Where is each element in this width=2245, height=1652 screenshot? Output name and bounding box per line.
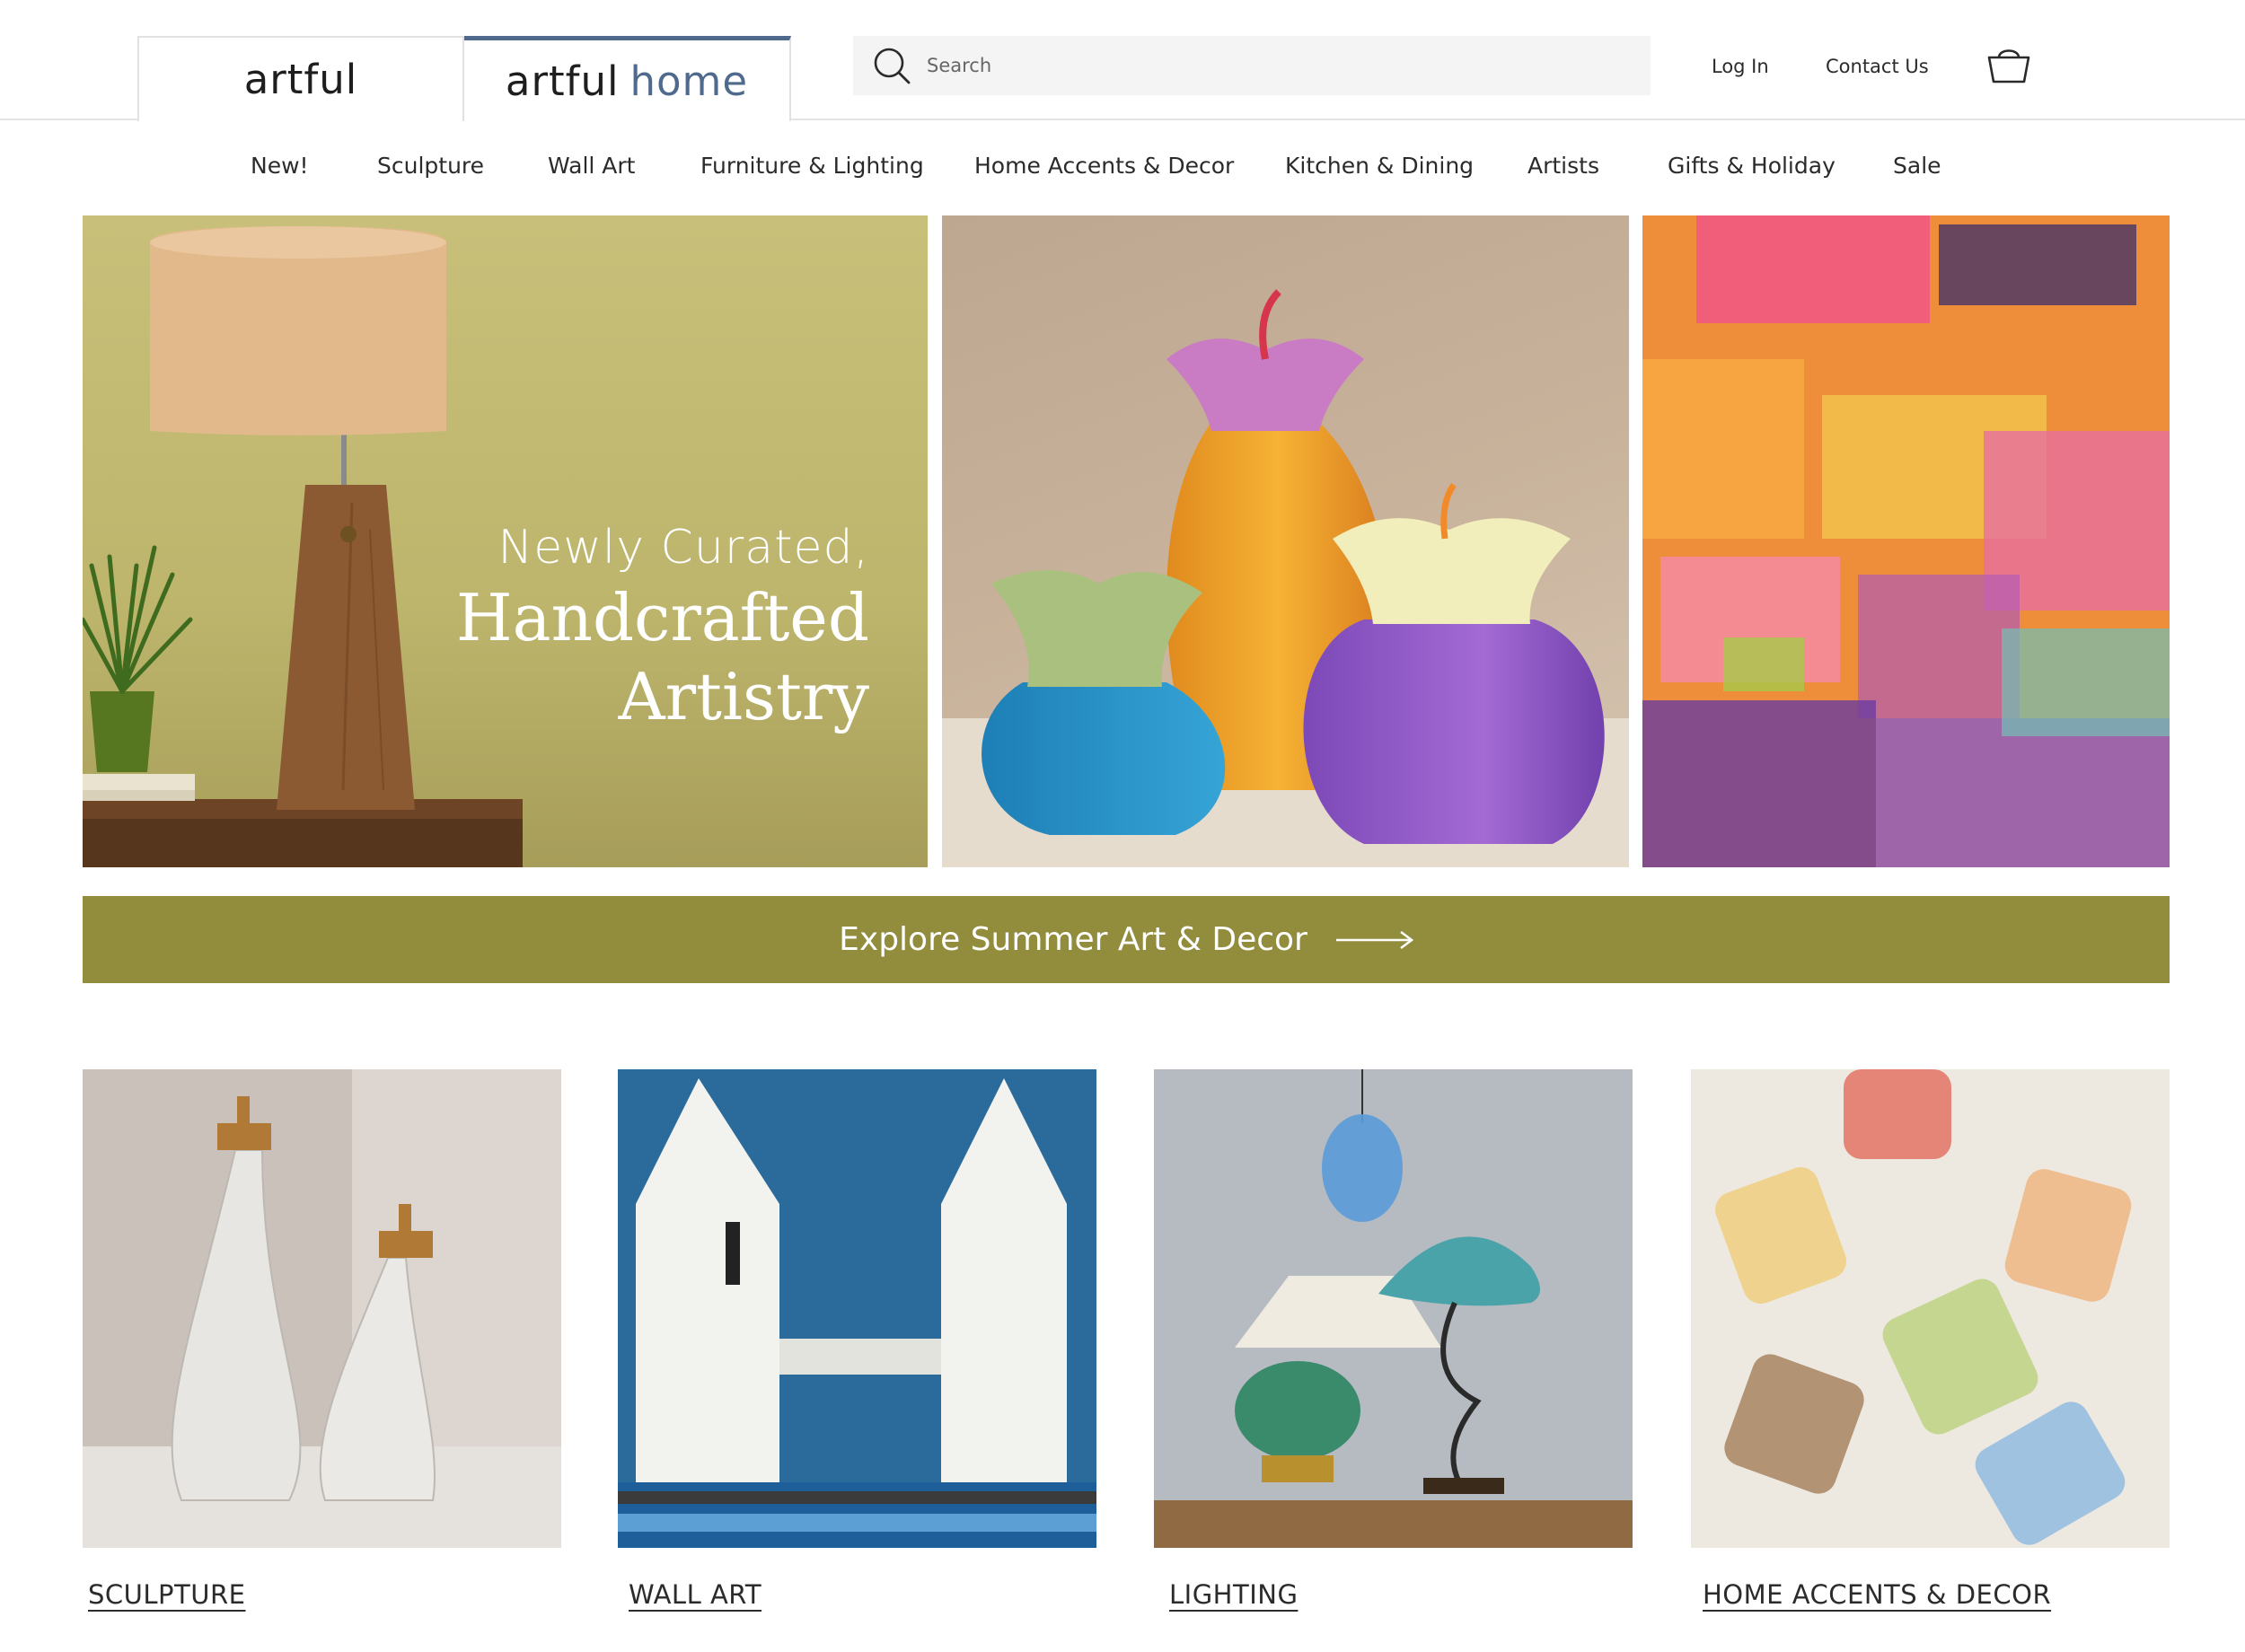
main-nav: New! Sculpture Wall Art Furniture & Ligh… <box>0 144 2245 189</box>
sculpture-image[interactable] <box>83 1069 561 1548</box>
artful-tab-label: artful <box>243 56 358 103</box>
explore-summer-banner[interactable]: Explore Summer Art & Decor <box>83 896 2170 983</box>
artful-home-tab-accent: home <box>629 57 749 105</box>
arrow-right-icon <box>1335 930 1413 949</box>
nav-item-new[interactable]: New! <box>251 153 309 179</box>
category-card-sculpture[interactable]: SCULPTURE <box>83 1069 561 1610</box>
category-card-lighting[interactable]: LIGHTING <box>1154 1069 1633 1610</box>
hero-abstract-painting-image[interactable] <box>1642 215 2170 867</box>
category-card-wall-art[interactable]: WALL ART <box>618 1069 1096 1610</box>
hero-lamp-image[interactable]: Newly Curated, Handcrafted Artistry <box>83 215 928 867</box>
nav-item-artists[interactable]: Artists <box>1527 153 1599 179</box>
cart-icon[interactable] <box>1986 45 2031 84</box>
nav-item-sale[interactable]: Sale <box>1893 153 1941 179</box>
hero-title-line1: Handcrafted <box>455 580 869 655</box>
category-card-home-accents-decor[interactable]: HOME ACCENTS & DECOR <box>1691 1069 2170 1610</box>
banner-label: Explore Summer Art & Decor <box>839 921 1307 958</box>
contact-us-link[interactable]: Contact Us <box>1826 56 1929 77</box>
category-label-home-accents-decor[interactable]: HOME ACCENTS & DECOR <box>1703 1579 2051 1610</box>
category-label-lighting[interactable]: LIGHTING <box>1169 1579 1298 1610</box>
search-icon[interactable] <box>871 45 912 86</box>
glass-vessels-illustration <box>942 289 1629 867</box>
artful-home-tab[interactable]: artful home <box>464 36 791 121</box>
wall-art-image[interactable] <box>618 1069 1096 1548</box>
login-link[interactable]: Log In <box>1712 56 1769 77</box>
nav-item-wall-art[interactable]: Wall Art <box>548 153 635 179</box>
artful-tab[interactable]: artful <box>137 36 464 121</box>
nav-item-home-accents-decor[interactable]: Home Accents & Decor <box>974 153 1234 179</box>
category-label-sculpture[interactable]: SCULPTURE <box>88 1579 245 1610</box>
nav-item-gifts-holiday[interactable]: Gifts & Holiday <box>1668 153 1836 179</box>
hero-headline: Newly Curated, Handcrafted Artistry <box>456 521 869 733</box>
artful-home-tab-prefix: artful <box>505 57 620 105</box>
abstract-painting-illustration <box>1642 215 2170 867</box>
category-label-wall-art[interactable]: WALL ART <box>629 1579 762 1610</box>
search-bar[interactable] <box>853 36 1651 95</box>
nav-item-sculpture[interactable]: Sculpture <box>377 153 484 179</box>
hero-glass-vessels-image[interactable] <box>942 215 1629 867</box>
hero-subtitle: Newly Curated, <box>497 521 869 575</box>
site-header: artful artful home Log In Contact Us <box>0 0 2245 121</box>
nav-item-furniture-lighting[interactable]: Furniture & Lighting <box>700 153 924 179</box>
nav-item-kitchen-dining[interactable]: Kitchen & Dining <box>1285 153 1474 179</box>
search-input[interactable] <box>927 55 1609 76</box>
hero-title-line2: Artistry <box>618 659 869 734</box>
lighting-image[interactable] <box>1154 1069 1633 1548</box>
home-accents-decor-image[interactable] <box>1691 1069 2170 1548</box>
